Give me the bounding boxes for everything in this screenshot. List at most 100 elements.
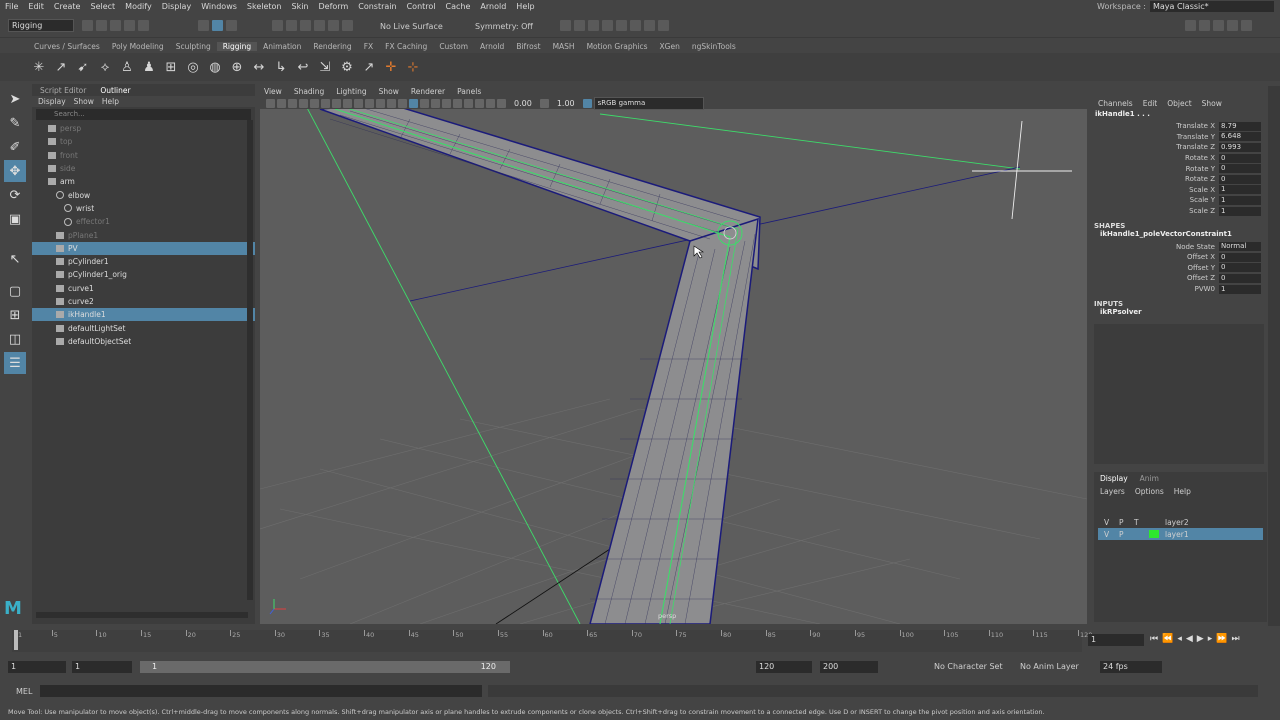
use-lights-icon[interactable]: [431, 98, 440, 108]
bookmark-icon[interactable]: [288, 98, 297, 108]
shelf-tab-xgen[interactable]: XGen: [654, 42, 686, 51]
shelf-tab-rigging[interactable]: Rigging: [216, 41, 258, 51]
side-tab-strip[interactable]: [1268, 86, 1280, 626]
shelf-tab-fxcaching[interactable]: FX Caching: [379, 42, 433, 51]
menu-display[interactable]: Display: [157, 2, 197, 11]
channel-value-field[interactable]: 0: [1219, 273, 1261, 283]
outliner-toggle-icon[interactable]: [1241, 20, 1252, 31]
wrap-icon[interactable]: ◍: [206, 58, 224, 76]
channel-value-field[interactable]: Normal: [1219, 242, 1261, 252]
smooth-shade-icon[interactable]: [398, 98, 407, 108]
vp-menu-renderer[interactable]: Renderer: [411, 87, 445, 96]
select-hierarchy-icon[interactable]: [198, 20, 209, 31]
snap-grid-icon[interactable]: [272, 20, 283, 31]
command-input[interactable]: [40, 685, 482, 697]
outliner-row[interactable]: curve1: [32, 282, 255, 295]
pause-icon[interactable]: [658, 20, 669, 31]
cluster-icon[interactable]: ⊞: [162, 58, 180, 76]
open-scene-icon[interactable]: [96, 20, 107, 31]
safe-action-icon[interactable]: [365, 98, 374, 108]
playback-end-field[interactable]: 120: [756, 661, 812, 673]
channel-value-field[interactable]: 1: [1219, 206, 1261, 216]
outliner-row[interactable]: side: [32, 162, 255, 175]
render-settings-icon[interactable]: [588, 20, 599, 31]
outliner-scrollbar[interactable]: [247, 120, 253, 600]
grid-toggle-icon[interactable]: [310, 98, 319, 108]
vp-menu-show[interactable]: Show: [379, 87, 399, 96]
light-editor-icon[interactable]: [630, 20, 641, 31]
menu-help[interactable]: Help: [511, 2, 539, 11]
cb-menu-object[interactable]: Object: [1167, 99, 1191, 108]
playback-start-field[interactable]: 1: [72, 661, 132, 673]
menu-create[interactable]: Create: [49, 2, 86, 11]
layer-color-swatch[interactable]: [1149, 518, 1159, 526]
camera-select-icon[interactable]: [266, 98, 275, 108]
vp-menu-shading[interactable]: Shading: [294, 87, 324, 96]
joint-tool-icon[interactable]: ✳: [30, 58, 48, 76]
lasso-tool-icon[interactable]: ✎: [4, 112, 26, 134]
channel-row[interactable]: Offset X 0: [1091, 252, 1267, 263]
save-scene-icon[interactable]: [110, 20, 121, 31]
color-management-icon[interactable]: [582, 98, 592, 108]
shelf-tab-curves[interactable]: Curves / Surfaces: [28, 42, 106, 51]
shelf-tab-arnold[interactable]: Arnold: [474, 42, 510, 51]
tool-settings-icon[interactable]: [1213, 20, 1224, 31]
field-chart-icon[interactable]: [354, 98, 363, 108]
menu-deform[interactable]: Deform: [314, 2, 354, 11]
outliner-row[interactable]: ikHandle1: [32, 308, 255, 322]
tab-outliner[interactable]: Outliner: [100, 86, 130, 95]
time-slider[interactable]: 1 5 10 15 20 25 30 35 40 45 50 55 60 65 70 75 80 85 90 95 10…: [0, 628, 1280, 656]
menu-select[interactable]: Select: [85, 2, 120, 11]
smooth-bind-icon[interactable]: ↩: [294, 58, 312, 76]
cb-menu-edit[interactable]: Edit: [1143, 99, 1158, 108]
lattice-icon[interactable]: ◎: [184, 58, 202, 76]
input-node-name[interactable]: ikRPsolver: [1091, 308, 1267, 316]
snap-view-icon[interactable]: [314, 20, 325, 31]
ik-handle-icon[interactable]: ↗: [52, 58, 70, 76]
channel-value-field[interactable]: 0: [1219, 252, 1261, 262]
sculpt-deformer-icon[interactable]: ⊕: [228, 58, 246, 76]
start-time-field[interactable]: 1: [8, 661, 66, 673]
cb-menu-show[interactable]: Show: [1202, 99, 1222, 108]
shape-node-name[interactable]: ikHandle1_poleVectorConstraint1: [1091, 230, 1267, 241]
mirror-joint-icon[interactable]: ⟡: [96, 58, 114, 76]
snap-curve-icon[interactable]: [286, 20, 297, 31]
safe-title-icon[interactable]: [376, 98, 385, 108]
viewport-panel[interactable]: View Shading Lighting Show Renderer Pane…: [260, 86, 1087, 624]
menu-set-dropdown[interactable]: Rigging: [8, 19, 74, 32]
snap-live-icon[interactable]: [342, 20, 353, 31]
gamma-icon[interactable]: [539, 98, 549, 108]
layer-v-toggle[interactable]: V: [1104, 530, 1113, 539]
side-layout-icon[interactable]: ◫: [4, 328, 26, 350]
arnold-render-icon[interactable]: [644, 20, 655, 31]
script-language-toggle[interactable]: MEL: [16, 687, 32, 696]
exposure-icon[interactable]: [497, 98, 506, 108]
step-back-icon[interactable]: ◂: [1177, 634, 1182, 644]
step-forward-key-icon[interactable]: ⏩: [1216, 634, 1227, 644]
xray-joints-icon[interactable]: [486, 98, 495, 108]
layer-p-toggle[interactable]: P: [1119, 518, 1128, 527]
layer-menu-help[interactable]: Help: [1174, 487, 1191, 496]
hypershade-icon[interactable]: [602, 20, 613, 31]
outliner-row[interactable]: pPlane1: [32, 228, 255, 241]
gamma-value[interactable]: 1.00: [557, 99, 575, 108]
outliner-row[interactable]: pCylinder1_orig: [32, 268, 255, 281]
textured-icon[interactable]: [420, 98, 429, 108]
film-gate-icon[interactable]: [321, 98, 330, 108]
move-tool-icon[interactable]: ✥: [4, 160, 26, 182]
menu-windows[interactable]: Windows: [196, 2, 242, 11]
layer-menu-layers[interactable]: Layers: [1100, 487, 1125, 496]
layer-t-toggle[interactable]: T: [1134, 518, 1143, 527]
channel-value-field[interactable]: 0: [1219, 174, 1261, 184]
channel-row[interactable]: Translate Z 0.993: [1091, 142, 1267, 153]
ik-spline-icon[interactable]: ➹: [74, 58, 92, 76]
xray-icon[interactable]: [475, 98, 484, 108]
channel-row[interactable]: Scale X 1: [1091, 185, 1267, 196]
go-start-icon[interactable]: ⏮: [1150, 634, 1158, 644]
last-tool-icon[interactable]: ↖: [4, 248, 26, 270]
play-back-icon[interactable]: ◀: [1186, 634, 1193, 644]
tab-anim-layers[interactable]: Anim: [1140, 474, 1159, 483]
outliner-h-scrollbar[interactable]: [36, 612, 248, 618]
channel-box-icon[interactable]: [1227, 20, 1238, 31]
channel-value-field[interactable]: 8.79: [1219, 121, 1261, 131]
